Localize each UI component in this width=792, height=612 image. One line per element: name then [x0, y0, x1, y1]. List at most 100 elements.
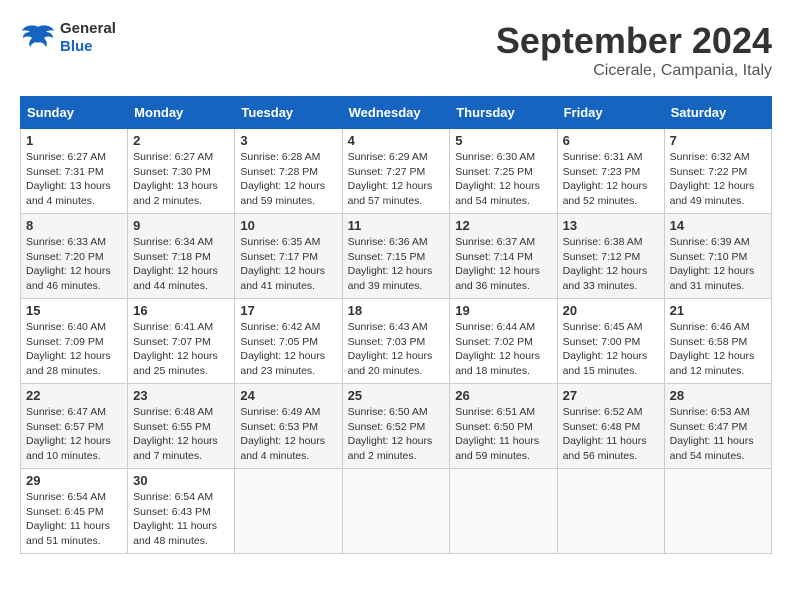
calendar-row: 1 Sunrise: 6:27 AMSunset: 7:31 PMDaylight…	[21, 129, 772, 214]
col-saturday: Saturday	[664, 97, 771, 129]
day-number: 12	[455, 218, 551, 233]
logo-icon	[20, 23, 56, 53]
day-number: 20	[563, 303, 659, 318]
table-row	[557, 469, 664, 554]
cell-info: Sunrise: 6:35 AMSunset: 7:17 PMDaylight:…	[240, 236, 325, 292]
day-number: 6	[563, 133, 659, 148]
cell-info: Sunrise: 6:43 AMSunset: 7:03 PMDaylight:…	[348, 321, 433, 377]
table-row: 27Sunrise: 6:52 AMSunset: 6:48 PMDayligh…	[557, 384, 664, 469]
cell-info: Sunrise: 6:30 AMSunset: 7:25 PMDaylight:…	[455, 151, 540, 207]
table-row: 16 Sunrise: 6:41 AMSunset: 7:07 PMDayligh…	[128, 299, 235, 384]
day-number: 16	[133, 303, 229, 318]
table-row: 28 Sunrise: 6:53 AMSunset: 6:47 PMDayligh…	[664, 384, 771, 469]
day-number: 21	[670, 303, 766, 318]
day-number: 13	[563, 218, 659, 233]
day-number: 18	[348, 303, 445, 318]
day-number: 25	[348, 388, 445, 403]
day-number: 9	[133, 218, 229, 233]
day-number: 23	[133, 388, 229, 403]
table-row	[450, 469, 557, 554]
day-number: 26	[455, 388, 551, 403]
table-row	[664, 469, 771, 554]
cell-info: Sunrise: 6:39 AMSunset: 7:10 PMDaylight:…	[670, 236, 755, 292]
table-row: 18 Sunrise: 6:43 AMSunset: 7:03 PMDayligh…	[342, 299, 450, 384]
table-row: 12 Sunrise: 6:37 AMSunset: 7:14 PMDayligh…	[450, 214, 557, 299]
table-row: 30Sunrise: 6:54 AMSunset: 6:43 PMDayligh…	[128, 469, 235, 554]
cell-info: Sunrise: 6:31 AMSunset: 7:23 PMDaylight:…	[563, 151, 648, 207]
table-row: 23 Sunrise: 6:48 AMSunset: 6:55 PMDayligh…	[128, 384, 235, 469]
day-number: 1	[26, 133, 122, 148]
cell-info: Sunrise: 6:32 AMSunset: 7:22 PMDaylight:…	[670, 151, 755, 207]
table-row: 3 Sunrise: 6:28 AMSunset: 7:28 PMDaylight…	[235, 129, 342, 214]
cell-info: Sunrise: 6:53 AMSunset: 6:47 PMDaylight:…	[670, 406, 754, 462]
day-number: 2	[133, 133, 229, 148]
cell-info: Sunrise: 6:27 AMSunset: 7:31 PMDaylight:…	[26, 151, 111, 207]
table-row: 21 Sunrise: 6:46 AMSunset: 6:58 PMDayligh…	[664, 299, 771, 384]
table-row: 14 Sunrise: 6:39 AMSunset: 7:10 PMDayligh…	[664, 214, 771, 299]
cell-info: Sunrise: 6:37 AMSunset: 7:14 PMDaylight:…	[455, 236, 540, 292]
cell-info: Sunrise: 6:27 AMSunset: 7:30 PMDaylight:…	[133, 151, 218, 207]
cell-info: Sunrise: 6:44 AMSunset: 7:02 PMDaylight:…	[455, 321, 540, 377]
col-friday: Friday	[557, 97, 664, 129]
table-row: 20 Sunrise: 6:45 AMSunset: 7:00 PMDayligh…	[557, 299, 664, 384]
col-tuesday: Tuesday	[235, 97, 342, 129]
cell-info: Sunrise: 6:33 AMSunset: 7:20 PMDaylight:…	[26, 236, 111, 292]
table-row: 7 Sunrise: 6:32 AMSunset: 7:22 PMDaylight…	[664, 129, 771, 214]
title-block: September 2024 Cicerale, Campania, Italy	[496, 20, 772, 80]
day-number: 17	[240, 303, 336, 318]
day-number: 3	[240, 133, 336, 148]
day-number: 11	[348, 218, 445, 233]
table-row: 11 Sunrise: 6:36 AMSunset: 7:15 PMDayligh…	[342, 214, 450, 299]
cell-info: Sunrise: 6:40 AMSunset: 7:09 PMDaylight:…	[26, 321, 111, 377]
cell-info: Sunrise: 6:38 AMSunset: 7:12 PMDaylight:…	[563, 236, 648, 292]
day-number: 19	[455, 303, 551, 318]
table-row: 15 Sunrise: 6:40 AMSunset: 7:09 PMDayligh…	[21, 299, 128, 384]
table-row: 9 Sunrise: 6:34 AMSunset: 7:18 PMDaylight…	[128, 214, 235, 299]
day-number: 14	[670, 218, 766, 233]
header-row: Sunday Monday Tuesday Wednesday Thursday…	[21, 97, 772, 129]
calendar-row: 29 Sunrise: 6:54 AMSunset: 6:45 PMDayligh…	[21, 469, 772, 554]
day-number: 7	[670, 133, 766, 148]
day-number: 27	[563, 388, 659, 403]
col-monday: Monday	[128, 97, 235, 129]
day-number: 4	[348, 133, 445, 148]
logo-text-line2: Blue	[60, 38, 116, 56]
header: General Blue September 2024 Cicerale, Ca…	[20, 20, 772, 80]
logo-text-line1: General	[60, 20, 116, 38]
table-row: 25 Sunrise: 6:50 AMSunset: 6:52 PMDayligh…	[342, 384, 450, 469]
cell-info: Sunrise: 6:34 AMSunset: 7:18 PMDaylight:…	[133, 236, 218, 292]
col-wednesday: Wednesday	[342, 97, 450, 129]
day-number: 5	[455, 133, 551, 148]
table-row	[342, 469, 450, 554]
cell-info: Sunrise: 6:45 AMSunset: 7:00 PMDaylight:…	[563, 321, 648, 377]
table-row: 22Sunrise: 6:47 AMSunset: 6:57 PMDayligh…	[21, 384, 128, 469]
calendar-row: 8Sunrise: 6:33 AMSunset: 7:20 PMDaylight…	[21, 214, 772, 299]
cell-info: Sunrise: 6:28 AMSunset: 7:28 PMDaylight:…	[240, 151, 325, 207]
cell-info: Sunrise: 6:50 AMSunset: 6:52 PMDaylight:…	[348, 406, 433, 462]
day-number: 29	[26, 473, 122, 488]
table-row: 13 Sunrise: 6:38 AMSunset: 7:12 PMDayligh…	[557, 214, 664, 299]
cell-info: Sunrise: 6:51 AMSunset: 6:50 PMDaylight:…	[455, 406, 539, 462]
calendar-row: 15 Sunrise: 6:40 AMSunset: 7:09 PMDayligh…	[21, 299, 772, 384]
cell-info: Sunrise: 6:29 AMSunset: 7:27 PMDaylight:…	[348, 151, 433, 207]
cell-info: Sunrise: 6:41 AMSunset: 7:07 PMDaylight:…	[133, 321, 218, 377]
table-row: 2 Sunrise: 6:27 AMSunset: 7:30 PMDaylight…	[128, 129, 235, 214]
cell-info: Sunrise: 6:46 AMSunset: 6:58 PMDaylight:…	[670, 321, 755, 377]
col-thursday: Thursday	[450, 97, 557, 129]
calendar-row: 22Sunrise: 6:47 AMSunset: 6:57 PMDayligh…	[21, 384, 772, 469]
col-sunday: Sunday	[21, 97, 128, 129]
cell-info: Sunrise: 6:36 AMSunset: 7:15 PMDaylight:…	[348, 236, 433, 292]
cell-info: Sunrise: 6:54 AMSunset: 6:45 PMDaylight:…	[26, 491, 110, 547]
calendar-table: Sunday Monday Tuesday Wednesday Thursday…	[20, 96, 772, 554]
table-row: 8Sunrise: 6:33 AMSunset: 7:20 PMDaylight…	[21, 214, 128, 299]
cell-info: Sunrise: 6:42 AMSunset: 7:05 PMDaylight:…	[240, 321, 325, 377]
table-row: 19 Sunrise: 6:44 AMSunset: 7:02 PMDayligh…	[450, 299, 557, 384]
day-number: 28	[670, 388, 766, 403]
month-title: September 2024	[496, 20, 772, 62]
cell-info: Sunrise: 6:49 AMSunset: 6:53 PMDaylight:…	[240, 406, 325, 462]
day-number: 15	[26, 303, 122, 318]
cell-info: Sunrise: 6:48 AMSunset: 6:55 PMDaylight:…	[133, 406, 218, 462]
table-row: 24Sunrise: 6:49 AMSunset: 6:53 PMDayligh…	[235, 384, 342, 469]
table-row: 17 Sunrise: 6:42 AMSunset: 7:05 PMDayligh…	[235, 299, 342, 384]
table-row: 10Sunrise: 6:35 AMSunset: 7:17 PMDayligh…	[235, 214, 342, 299]
